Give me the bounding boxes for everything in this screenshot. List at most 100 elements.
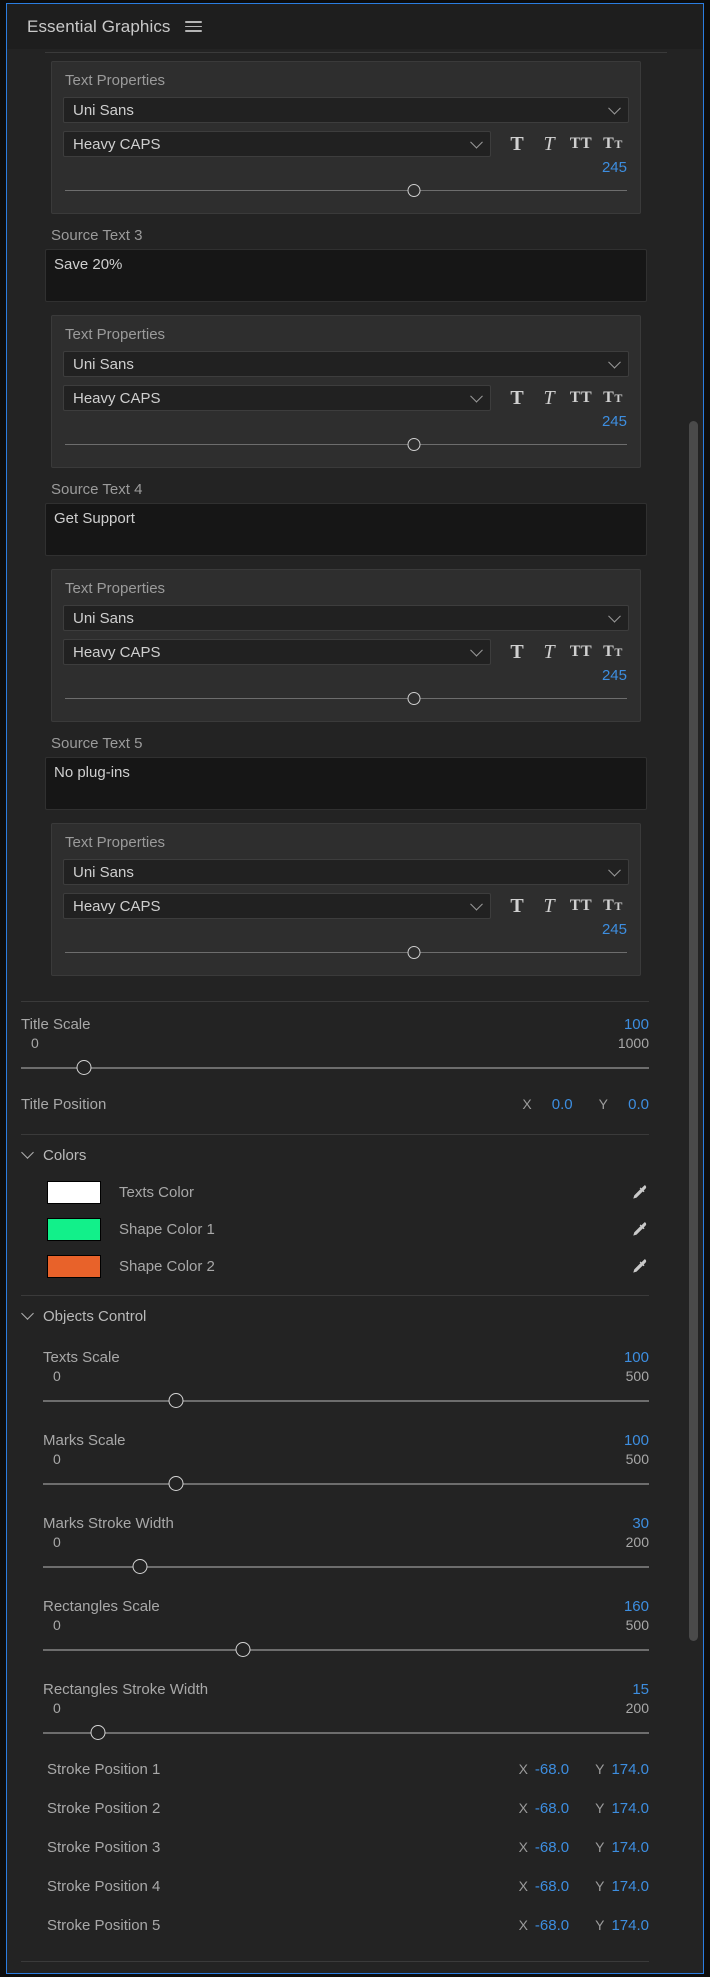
source-text-input[interactable]: Save 20% xyxy=(45,249,647,302)
x-value[interactable]: -68.0 xyxy=(535,1761,569,1778)
panel-titlebar: Essential Graphics xyxy=(7,4,703,49)
chevron-down-icon xyxy=(21,1146,34,1159)
all-caps-button[interactable]: TT xyxy=(565,385,597,411)
small-caps-button[interactable]: TT xyxy=(597,131,629,157)
slider-control[interactable] xyxy=(43,1471,649,1497)
font-family-select[interactable]: Uni Sans xyxy=(63,605,629,631)
bold-button[interactable]: T xyxy=(501,385,533,411)
font-style-select[interactable]: Heavy CAPS xyxy=(63,893,491,919)
slider-control[interactable] xyxy=(21,1055,649,1081)
source-text-input[interactable]: No plug-ins xyxy=(45,757,647,810)
slider-knob[interactable] xyxy=(76,1060,92,1075)
slider-header: Rectangles Scale 160 xyxy=(29,1598,685,1615)
text-properties-card: Text Properties Uni Sans Heavy CAPS T T TT T T 2… xyxy=(51,61,641,214)
y-pair: Y 174.0 xyxy=(595,1917,649,1934)
font-size-value[interactable]: 245 xyxy=(63,159,629,176)
slider-label: Marks Scale xyxy=(43,1432,126,1449)
slider-value[interactable]: 100 xyxy=(624,1016,649,1033)
slider-range: 0 200 xyxy=(29,1532,685,1550)
slider-control[interactable] xyxy=(43,1637,649,1663)
italic-button[interactable]: T xyxy=(533,131,565,157)
small-caps-button[interactable]: TT xyxy=(597,385,629,411)
small-caps-glyph-small: T xyxy=(614,136,623,151)
y-value[interactable]: 174.0 xyxy=(611,1917,649,1934)
font-family-select[interactable]: Uni Sans xyxy=(63,97,629,123)
y-value[interactable]: 174.0 xyxy=(611,1800,649,1817)
bold-button[interactable]: T xyxy=(501,639,533,665)
font-size-slider[interactable] xyxy=(63,436,629,454)
all-caps-button[interactable]: TT xyxy=(565,639,597,665)
y-value[interactable]: 174.0 xyxy=(611,1839,649,1856)
bold-button[interactable]: T xyxy=(501,131,533,157)
font-size-value[interactable]: 245 xyxy=(63,921,629,938)
x-axis-label: X xyxy=(518,1917,528,1933)
slider-value[interactable]: 15 xyxy=(632,1681,649,1698)
x-value[interactable]: -68.0 xyxy=(535,1800,569,1817)
slider-knob[interactable] xyxy=(407,438,421,451)
slider-knob[interactable] xyxy=(168,1476,184,1491)
y-value[interactable]: 174.0 xyxy=(611,1761,649,1778)
slider-control[interactable] xyxy=(43,1720,649,1746)
x-value[interactable]: -68.0 xyxy=(535,1917,569,1934)
font-size-slider[interactable] xyxy=(63,690,629,708)
font-size-value[interactable]: 245 xyxy=(63,667,629,684)
slider-knob[interactable] xyxy=(168,1393,184,1408)
xy-values: X -68.0 Y 174.0 xyxy=(519,1917,649,1934)
slider-value[interactable]: 100 xyxy=(624,1349,649,1366)
font-family-select[interactable]: Uni Sans xyxy=(63,859,629,885)
slider-knob[interactable] xyxy=(90,1725,106,1740)
eyedropper-icon[interactable] xyxy=(629,1256,649,1278)
slider-value[interactable]: 100 xyxy=(624,1432,649,1449)
xy-values: X -68.0 Y 174.0 xyxy=(519,1878,649,1895)
slider-value[interactable]: 30 xyxy=(632,1515,649,1532)
font-style-select[interactable]: Heavy CAPS xyxy=(63,639,491,665)
slider-knob[interactable] xyxy=(407,692,421,705)
slider-row: Rectangles Scale 160 0 500 xyxy=(7,1584,685,1667)
hamburger-menu-icon[interactable] xyxy=(184,21,202,32)
italic-button[interactable]: T xyxy=(533,639,565,665)
font-size-slider[interactable] xyxy=(63,944,629,962)
font-family-select[interactable]: Uni Sans xyxy=(63,351,629,377)
eyedropper-icon[interactable] xyxy=(629,1219,649,1241)
objects-control-section-header[interactable]: Objects Control xyxy=(7,1296,685,1335)
vertical-scrollbar[interactable] xyxy=(688,51,699,1971)
y-value[interactable]: 0.0 xyxy=(615,1096,649,1113)
xy-label: Stroke Position 4 xyxy=(47,1878,161,1895)
slider-knob[interactable] xyxy=(407,946,421,959)
font-style-select[interactable]: Heavy CAPS xyxy=(63,385,491,411)
x-value[interactable]: -68.0 xyxy=(535,1878,569,1895)
slider-track xyxy=(65,952,627,954)
slider-knob[interactable] xyxy=(407,184,421,197)
slider-value[interactable]: 160 xyxy=(624,1598,649,1615)
italic-button[interactable]: T xyxy=(533,385,565,411)
color-swatch[interactable] xyxy=(47,1255,101,1278)
bold-button[interactable]: T xyxy=(501,893,533,919)
colors-section-header[interactable]: Colors xyxy=(7,1135,685,1174)
color-swatch[interactable] xyxy=(47,1218,101,1241)
y-value[interactable]: 174.0 xyxy=(611,1878,649,1895)
small-caps-button[interactable]: TT xyxy=(597,893,629,919)
font-size-slider[interactable] xyxy=(63,182,629,200)
eyedropper-icon[interactable] xyxy=(629,1182,649,1204)
slider-control[interactable] xyxy=(43,1554,649,1580)
all-caps-button[interactable]: TT xyxy=(565,131,597,157)
slider-control[interactable] xyxy=(43,1388,649,1414)
source-text-label: Source Text 4 xyxy=(51,481,143,498)
slider-knob[interactable] xyxy=(235,1642,251,1657)
slider-label: Rectangles Stroke Width xyxy=(43,1681,209,1698)
source-text-block: Source Text 3 Save 20% xyxy=(45,214,647,302)
x-value[interactable]: -68.0 xyxy=(535,1839,569,1856)
all-caps-button[interactable]: TT xyxy=(565,893,597,919)
font-style-select[interactable]: Heavy CAPS xyxy=(63,131,491,157)
small-caps-button[interactable]: TT xyxy=(597,639,629,665)
font-size-value[interactable]: 245 xyxy=(63,413,629,430)
x-value[interactable]: 0.0 xyxy=(539,1096,573,1113)
color-swatch[interactable] xyxy=(47,1181,101,1204)
italic-button[interactable]: T xyxy=(533,893,565,919)
source-text-input[interactable]: Get Support xyxy=(45,503,647,556)
vertical-scrollbar-thumb[interactable] xyxy=(689,421,698,1641)
panel-tab-essential-graphics[interactable]: Essential Graphics xyxy=(27,17,171,37)
slider-knob[interactable] xyxy=(132,1559,148,1574)
